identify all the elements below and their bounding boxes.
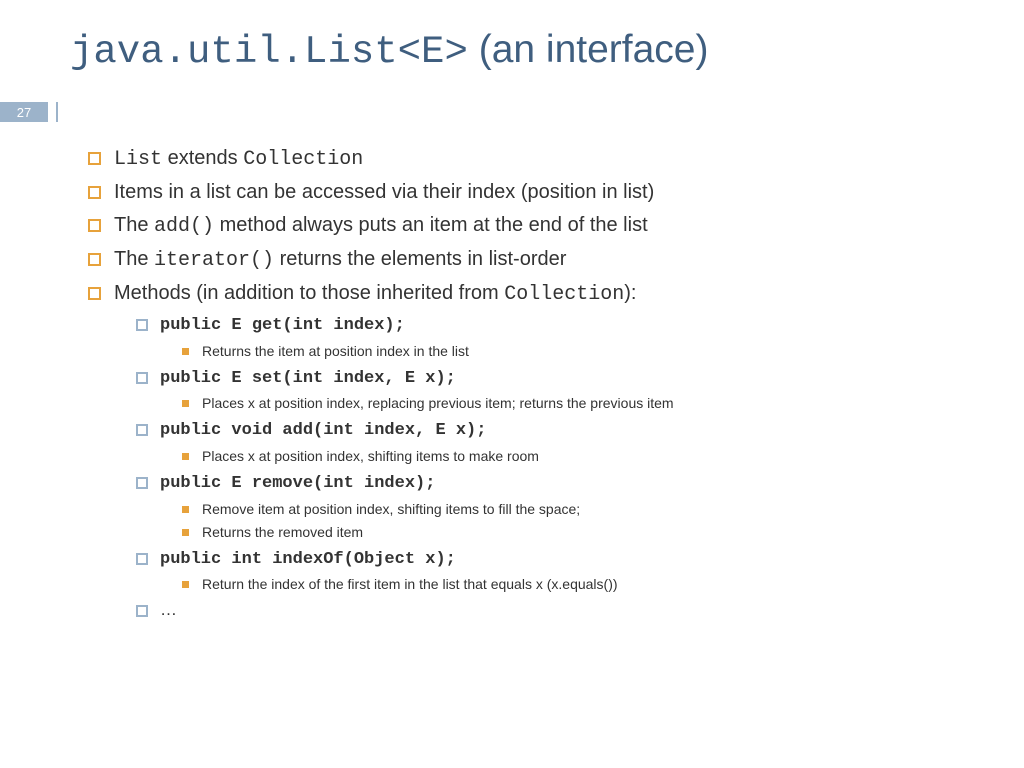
text-run: ):: [624, 282, 636, 304]
text-run: Returns the item at position index in th…: [202, 343, 469, 359]
text-run: Returns the removed item: [202, 524, 363, 540]
list-item: Returns the item at position index in th…: [182, 341, 954, 362]
text-run: The: [114, 248, 154, 270]
content-area: List extends Collection Items in a list c…: [0, 144, 954, 623]
text-run: public int indexOf(Object x);: [160, 550, 456, 569]
text-run: public E get(int index);: [160, 316, 405, 335]
list-item: Return the index of the first item in th…: [182, 574, 954, 595]
text-run: public E set(int index, E x);: [160, 369, 456, 388]
slide-title: java.util.List<E> (an interface): [0, 28, 954, 74]
text-run: Return the index of the first item in th…: [202, 576, 618, 592]
list-item: Methods (in addition to those inherited …: [88, 279, 954, 623]
bullet-list: Returns the item at position index in th…: [160, 341, 954, 362]
list-item: The iterator() returns the elements in l…: [88, 245, 954, 275]
list-item: public E set(int index, E x); Places x at…: [136, 365, 954, 415]
text-run: public E remove(int index);: [160, 474, 435, 493]
text-run: Collection: [504, 283, 624, 306]
list-item: Returns the removed item: [182, 522, 954, 543]
text-run: Methods (in addition to those inherited …: [114, 282, 504, 304]
slide: java.util.List<E> (an interface) 27 List…: [0, 0, 1024, 768]
list-item: …: [136, 598, 954, 623]
title-rest: (an interface): [468, 28, 709, 71]
page-line: [56, 102, 954, 122]
text-run: …: [160, 600, 177, 619]
list-item: The add() method always puts an item at …: [88, 211, 954, 241]
list-item: Places x at position index, replacing pr…: [182, 393, 954, 414]
text-run: extends: [162, 147, 243, 169]
list-item: public int indexOf(Object x); Return the …: [136, 546, 954, 596]
list-item: List extends Collection: [88, 144, 954, 174]
slide-number: 27: [0, 102, 48, 122]
list-item: Items in a list can be accessed via thei…: [88, 178, 954, 207]
title-code: java.util.List<E>: [70, 30, 468, 74]
text-run: add(): [154, 215, 214, 238]
page-bar: 27: [0, 102, 954, 122]
text-run: Collection: [243, 148, 363, 171]
list-item: public E remove(int index); Remove item a…: [136, 470, 954, 543]
text-run: public void add(int index, E x);: [160, 421, 486, 440]
list-item: Places x at position index, shifting ite…: [182, 446, 954, 467]
text-run: Remove item at position index, shifting …: [202, 501, 580, 517]
text-run: iterator(): [154, 249, 274, 272]
bullet-list: Return the index of the first item in th…: [160, 574, 954, 595]
text-run: method always puts an item at the end of…: [214, 214, 648, 236]
text-run: The: [114, 214, 154, 236]
text-run: Places x at position index, shifting ite…: [202, 448, 539, 464]
text-run: Places x at position index, replacing pr…: [202, 395, 674, 411]
list-item: public void add(int index, E x); Places x…: [136, 417, 954, 467]
text-run: returns the elements in list-order: [274, 248, 566, 270]
text-run: Items in a list can be accessed via thei…: [114, 181, 654, 203]
bullet-list: List extends Collection Items in a list c…: [88, 144, 954, 623]
page-separator: [48, 102, 56, 122]
list-item: public E get(int index); Returns the item…: [136, 312, 954, 362]
list-item: Remove item at position index, shifting …: [182, 499, 954, 520]
bullet-list: public E get(int index); Returns the item…: [114, 312, 954, 623]
text-run: List: [114, 148, 162, 171]
bullet-list: Places x at position index, shifting ite…: [160, 446, 954, 467]
bullet-list: Places x at position index, replacing pr…: [160, 393, 954, 414]
bullet-list: Remove item at position index, shifting …: [160, 499, 954, 543]
